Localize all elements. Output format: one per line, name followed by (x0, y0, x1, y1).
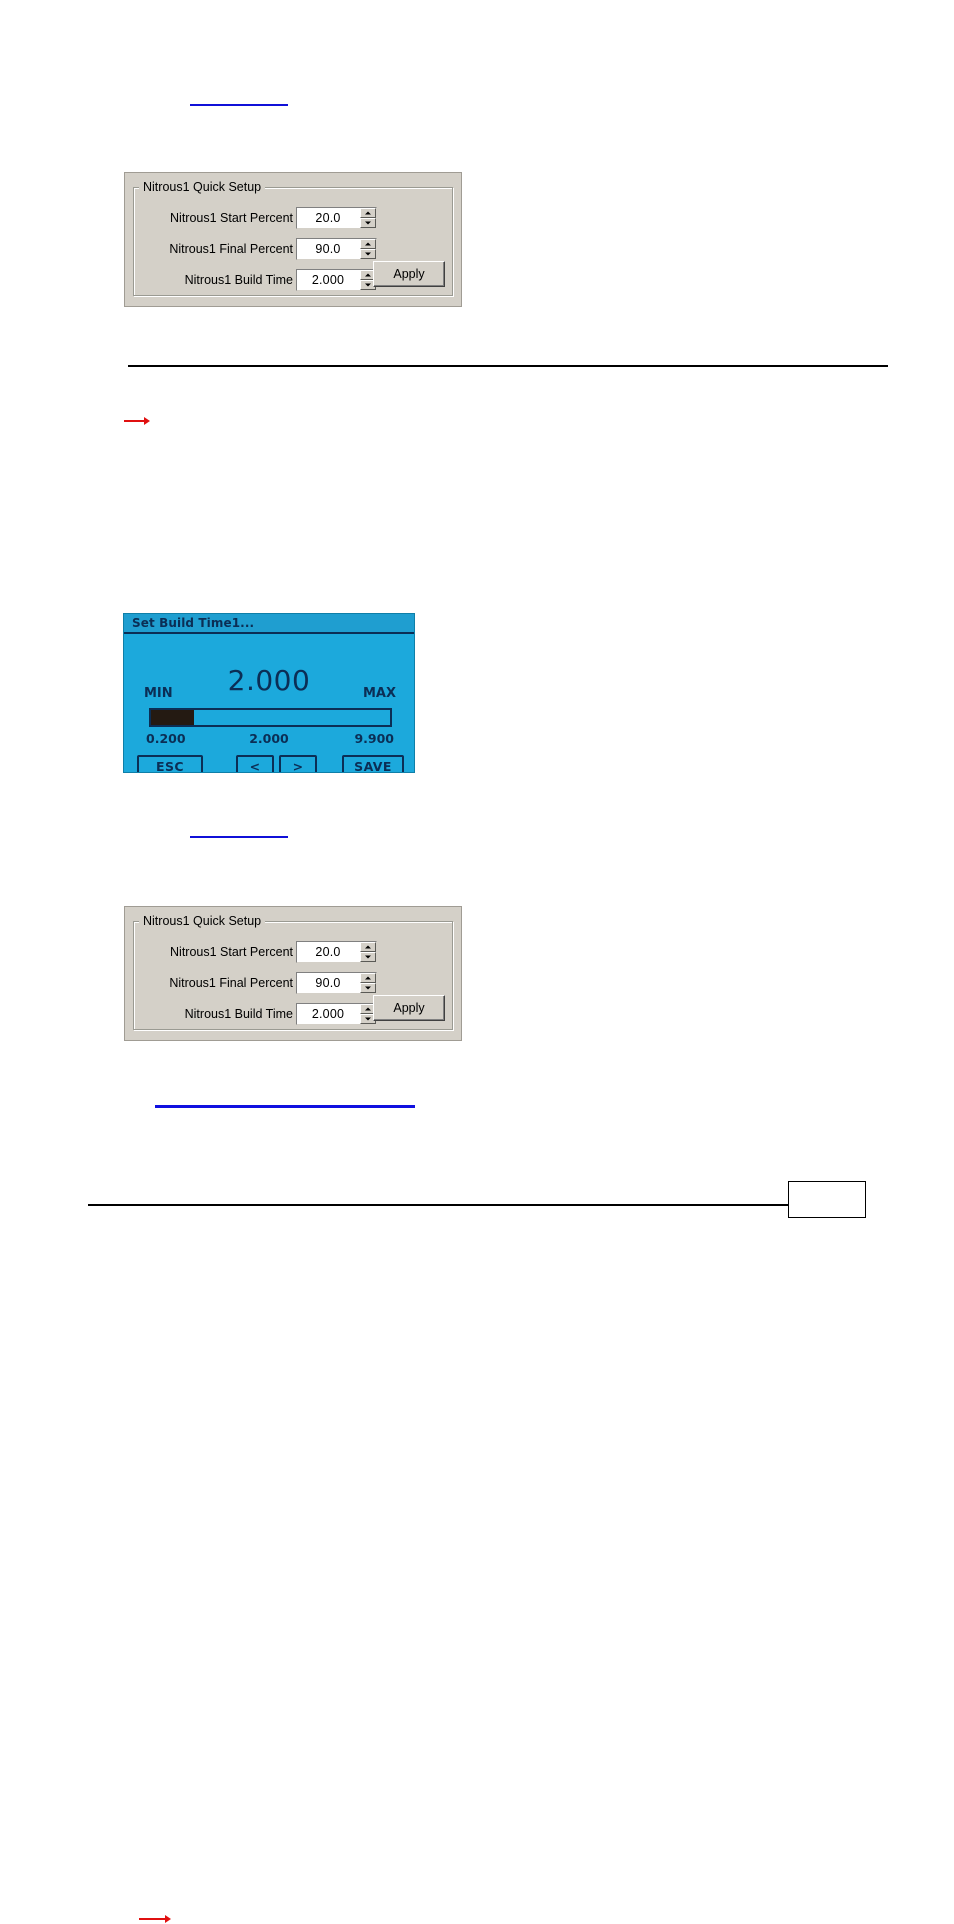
spin-edit-build-time[interactable]: 2.000 (296, 269, 377, 291)
callout-arrow-shaft (124, 419, 144, 422)
dialog-body: MIN MAX 2.000 0.200 2.000 9.900 ESC < > … (124, 634, 414, 772)
caret-down-icon[interactable] (360, 218, 376, 228)
group-legend: Nitrous1 Quick Setup (139, 914, 266, 928)
callout-arrow-head (144, 416, 150, 425)
spin-edit-start-percent[interactable]: 20.0 (296, 207, 377, 229)
nitrous1-quick-setup-panel-top: Nitrous1 Quick Setup Nitrous1 Start Perc… (124, 172, 462, 425)
final-percent-value[interactable]: 90.0 (297, 239, 359, 259)
field-label-final-percent: Nitrous1 Final Percent (169, 976, 293, 990)
field-label-final-percent: Nitrous1 Final Percent (169, 242, 293, 256)
dialog-title: Set Build Time1... (132, 616, 255, 630)
current-value-display: 2.000 (227, 664, 311, 697)
caret-up-icon[interactable] (360, 942, 376, 952)
inline-cross-reference-bottom[interactable] (155, 1105, 415, 1108)
field-row-start-percent: Nitrous1 Start Percent 20.0 (143, 207, 377, 229)
field-row-build-time: Nitrous1 Build Time 2.000 (143, 269, 377, 291)
field-label-build-time: Nitrous1 Build Time (184, 273, 293, 287)
spin-edit-start-percent[interactable]: 20.0 (296, 941, 377, 963)
final-percent-spinner[interactable] (359, 239, 376, 259)
spin-edit-final-percent[interactable]: 90.0 (296, 238, 377, 260)
field-label-start-percent: Nitrous1 Start Percent (170, 211, 293, 225)
prev-button[interactable]: < (236, 755, 274, 772)
caret-up-icon[interactable] (360, 239, 376, 249)
value-slider-track[interactable] (149, 708, 392, 727)
callout-arrow-shaft (139, 1917, 165, 1920)
apply-button[interactable]: Apply (373, 261, 445, 287)
callout-arrow-head (165, 1914, 171, 1923)
caret-down-icon[interactable] (360, 249, 376, 259)
save-button[interactable]: SAVE (342, 755, 404, 772)
final-percent-spinner[interactable] (359, 973, 376, 993)
build-time-value[interactable]: 2.000 (297, 1004, 359, 1024)
spin-edit-build-time[interactable]: 2.000 (296, 1003, 377, 1025)
apply-button[interactable]: Apply (373, 995, 445, 1021)
value-slider-thumb[interactable] (151, 710, 195, 725)
set-build-time-dialog: Set Build Time1... MIN MAX 2.000 0.200 2… (123, 613, 415, 773)
footer-divider (88, 1204, 788, 1206)
caret-down-icon[interactable] (360, 952, 376, 962)
field-label-start-percent: Nitrous1 Start Percent (170, 945, 293, 959)
caret-up-icon[interactable] (360, 973, 376, 983)
caret-down-icon[interactable] (360, 983, 376, 993)
field-row-start-percent: Nitrous1 Start Percent 20.0 (143, 941, 377, 963)
esc-button[interactable]: ESC (137, 755, 203, 772)
final-percent-value[interactable]: 90.0 (297, 973, 359, 993)
field-row-final-percent: Nitrous1 Final Percent 90.0 (143, 972, 377, 994)
field-label-build-time: Nitrous1 Build Time (184, 1007, 293, 1021)
spin-edit-final-percent[interactable]: 90.0 (296, 972, 377, 994)
page-number-box (788, 1181, 866, 1218)
next-button[interactable]: > (279, 755, 317, 772)
caret-up-icon[interactable] (360, 208, 376, 218)
dialog-title-bar: Set Build Time1... (124, 614, 414, 634)
start-percent-spinner[interactable] (359, 942, 376, 962)
section-divider-top (128, 365, 888, 367)
inline-cross-reference-middle[interactable] (190, 836, 288, 838)
start-percent-value[interactable]: 20.0 (297, 208, 359, 228)
start-percent-spinner[interactable] (359, 208, 376, 228)
callout-arrow-build-time (139, 1913, 171, 1924)
scale-label-max: 9.900 (354, 731, 394, 746)
group-legend: Nitrous1 Quick Setup (139, 180, 266, 194)
start-percent-value[interactable]: 20.0 (297, 942, 359, 962)
inline-cross-reference-top[interactable] (190, 104, 288, 106)
build-time-value[interactable]: 2.000 (297, 270, 359, 290)
field-row-build-time: Nitrous1 Build Time 2.000 (143, 1003, 377, 1025)
nitrous1-quick-setup-panel-bottom: Nitrous1 Quick Setup Nitrous1 Start Perc… (124, 906, 462, 1923)
field-row-final-percent: Nitrous1 Final Percent 90.0 (143, 238, 377, 260)
callout-arrow-final-percent (124, 415, 150, 426)
